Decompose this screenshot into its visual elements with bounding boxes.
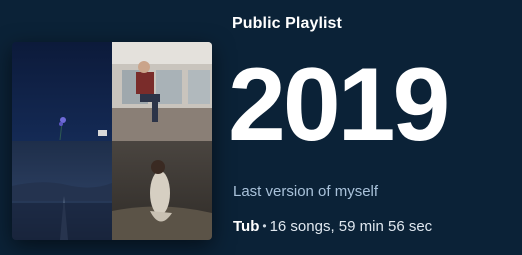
playlist-description: Last version of myself bbox=[233, 183, 379, 200]
album-art-figure-in-field bbox=[112, 141, 212, 240]
album-art-night-flower bbox=[12, 42, 112, 141]
playlist-type-label: Public Playlist bbox=[232, 15, 342, 32]
playlist-cover[interactable] bbox=[12, 42, 212, 240]
owner-link[interactable]: Tub bbox=[233, 218, 259, 235]
playlist-header: Public Playlist 2019 Last version of mys… bbox=[228, 0, 522, 255]
playlist-byline: Tub • 16 songs, 59 min 56 sec bbox=[233, 218, 432, 235]
album-art-stormy-road bbox=[12, 141, 112, 240]
album-art-person-window bbox=[112, 42, 212, 141]
playlist-title[interactable]: 2019 bbox=[228, 40, 450, 170]
separator-dot: • bbox=[262, 219, 267, 233]
playlist-stats: 16 songs, 59 min 56 sec bbox=[269, 218, 433, 235]
